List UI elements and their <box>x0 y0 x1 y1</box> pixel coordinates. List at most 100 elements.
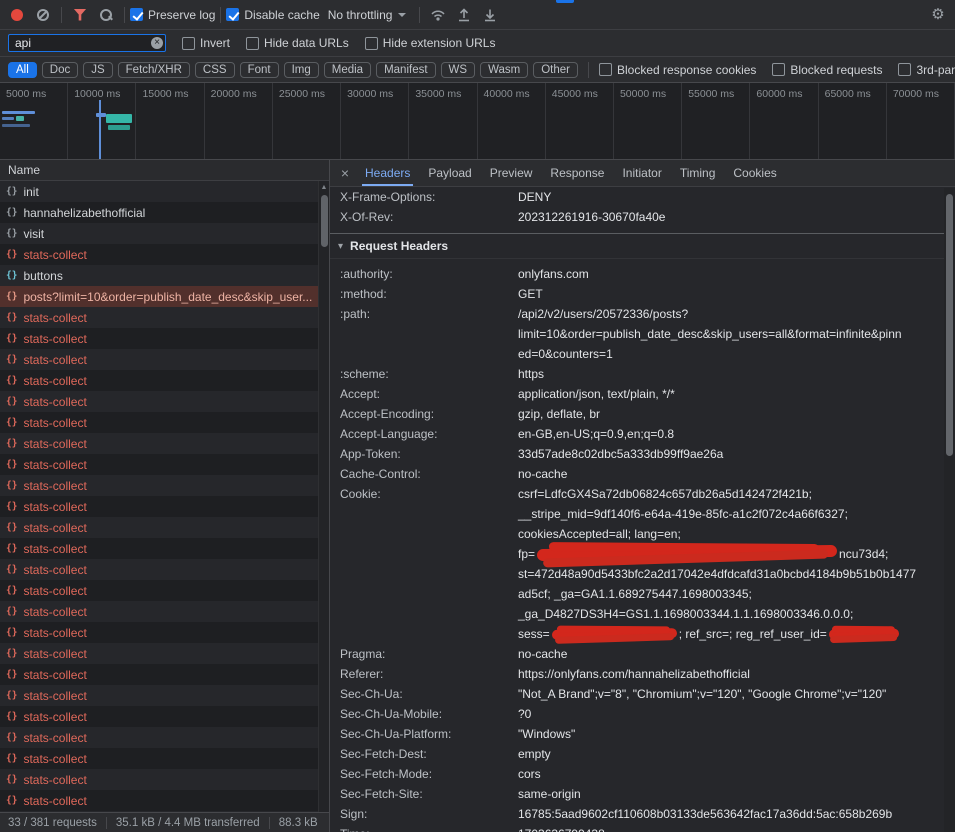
type-filter-chip[interactable]: All <box>8 62 37 78</box>
blocked-filter-checkbox[interactable]: Blocked response cookies <box>599 63 756 77</box>
request-name: stats-collect <box>23 605 86 619</box>
type-filter-chip[interactable]: Doc <box>42 62 78 78</box>
request-row[interactable]: {} stats-collect <box>0 349 329 370</box>
blocked-filter-checkbox[interactable]: 3rd-party requests <box>898 63 955 77</box>
request-row[interactable]: {} stats-collect <box>0 706 329 727</box>
chip-label: Fetch/XHR <box>126 64 182 76</box>
request-name: stats-collect <box>23 479 86 493</box>
detail-tab[interactable]: Preview <box>481 160 542 186</box>
scrollbar-thumb[interactable] <box>946 194 953 456</box>
detail-tab[interactable]: Response <box>541 160 613 186</box>
tab-label: Preview <box>490 166 533 180</box>
details-scrollbar[interactable] <box>944 188 955 832</box>
timeline-overview[interactable]: 5000 ms 10000 ms 15000 ms 20000 ms 25000… <box>0 83 955 160</box>
type-filter-chip[interactable]: Img <box>284 62 319 78</box>
type-filter-chips: All Doc JS Fetch/XHR CSS Font Img Media … <box>8 62 578 78</box>
record-button[interactable] <box>4 3 30 27</box>
blocked-filter-checkbox[interactable]: Blocked requests <box>772 63 882 77</box>
request-row[interactable]: {} hannahelizabethofficial <box>0 202 329 223</box>
request-row[interactable]: {} visit <box>0 223 329 244</box>
details-tabbar: × Headers Payload Preview Response Initi… <box>330 160 955 187</box>
type-filter-chip[interactable]: CSS <box>195 62 235 78</box>
request-row[interactable]: {} stats-collect <box>0 790 329 811</box>
request-row[interactable]: {} stats-collect <box>0 643 329 664</box>
request-row[interactable]: {} stats-collect <box>0 748 329 769</box>
type-filter-chip[interactable]: Media <box>324 62 371 78</box>
type-filter-chip[interactable]: Other <box>533 62 578 78</box>
request-row[interactable]: {} stats-collect <box>0 559 329 580</box>
request-row[interactable]: {} init <box>0 181 329 202</box>
export-har-button[interactable] <box>477 3 503 27</box>
settings-button[interactable]: ⚙ <box>925 3 951 27</box>
top-blue-indicator <box>556 0 574 3</box>
filter-input[interactable] <box>8 34 166 52</box>
name-column-header[interactable]: Name <box>0 160 329 181</box>
request-row[interactable]: {} stats-collect <box>0 685 329 706</box>
request-row[interactable]: {} stats-collect <box>0 517 329 538</box>
type-filter-chip[interactable]: Font <box>240 62 279 78</box>
file-type-icon: {} <box>6 606 17 617</box>
request-headers-list: :authority:onlyfans.com:method:GET:path:… <box>330 259 955 832</box>
request-row[interactable]: {} stats-collect <box>0 601 329 622</box>
detail-tab[interactable]: Headers <box>356 160 419 186</box>
request-row[interactable]: {} stats-collect <box>0 622 329 643</box>
request-row[interactable]: {} stats-collect <box>0 496 329 517</box>
request-row[interactable]: {} stats-collect <box>0 433 329 454</box>
type-filter-chip[interactable]: Wasm <box>480 62 528 78</box>
filter-checkbox[interactable]: Invert <box>182 36 230 50</box>
timeline-tick: 50000 ms <box>614 83 682 159</box>
detail-tab[interactable]: Initiator <box>613 160 670 186</box>
request-row[interactable]: {} stats-collect <box>0 391 329 412</box>
clear-input-icon[interactable]: × <box>151 37 163 49</box>
request-headers-section[interactable]: ▾ Request Headers <box>330 234 955 259</box>
scroll-up-icon[interactable]: ▲ <box>319 181 329 193</box>
request-name: stats-collect <box>23 731 86 745</box>
request-row[interactable]: {} stats-collect <box>0 727 329 748</box>
import-har-button[interactable] <box>451 3 477 27</box>
scrollbar-thumb[interactable] <box>321 195 328 247</box>
toolbar-separator <box>588 62 589 78</box>
type-filter-chip[interactable]: Manifest <box>376 62 435 78</box>
detail-tab[interactable]: Payload <box>419 160 480 186</box>
search-button[interactable] <box>93 3 119 27</box>
request-list-scrollbar[interactable]: ▲ <box>318 181 329 812</box>
request-row[interactable]: {} stats-collect <box>0 664 329 685</box>
close-details-button[interactable]: × <box>334 165 356 181</box>
request-row[interactable]: {} stats-collect <box>0 475 329 496</box>
filter-checkbox[interactable]: Hide data URLs <box>246 36 349 50</box>
type-filter-chip[interactable]: WS <box>441 62 476 78</box>
header-value: https <box>518 364 955 384</box>
request-row[interactable]: {} stats-collect <box>0 538 329 559</box>
request-row[interactable]: {} stats-collect <box>0 769 329 790</box>
clear-button[interactable] <box>30 3 56 27</box>
tab-label: Response <box>550 166 604 180</box>
disable-cache-checkbox[interactable]: Disable cache <box>226 8 319 22</box>
header-value: onlyfans.com <box>518 264 955 284</box>
preserve-log-checkbox[interactable]: Preserve log <box>130 8 215 22</box>
header-value: empty <box>518 744 955 764</box>
request-row[interactable]: {} stats-collect <box>0 307 329 328</box>
filter-checkbox[interactable]: Hide extension URLs <box>365 36 496 50</box>
request-row[interactable]: {} stats-collect <box>0 244 329 265</box>
request-row[interactable]: {} stats-collect <box>0 580 329 601</box>
network-conditions-button[interactable] <box>425 3 451 27</box>
request-row[interactable]: {} stats-collect <box>0 454 329 475</box>
selected-time-marker <box>99 100 101 159</box>
type-filter-chip[interactable]: JS <box>83 62 112 78</box>
throttling-dropdown[interactable]: No throttling <box>320 8 415 22</box>
request-name: buttons <box>23 269 62 283</box>
header-name: :method: <box>330 284 518 304</box>
type-filter-chip[interactable]: Fetch/XHR <box>118 62 190 78</box>
request-row[interactable]: {} buttons <box>0 265 329 286</box>
header-name: Sec-Ch-Ua-Platform: <box>330 724 518 744</box>
request-row[interactable]: {} stats-collect <box>0 370 329 391</box>
request-row[interactable]: {} stats-collect <box>0 328 329 349</box>
detail-tab[interactable]: Timing <box>671 160 725 186</box>
request-row[interactable]: {} posts?limit=10&order=publish_date_des… <box>0 286 329 307</box>
detail-tab[interactable]: Cookies <box>724 160 785 186</box>
file-type-icon: {} <box>6 732 17 743</box>
request-name: stats-collect <box>23 689 86 703</box>
filter-toggle-button[interactable] <box>67 3 93 27</box>
request-row[interactable]: {} stats-collect <box>0 412 329 433</box>
timeline-tick: 70000 ms <box>887 83 955 159</box>
